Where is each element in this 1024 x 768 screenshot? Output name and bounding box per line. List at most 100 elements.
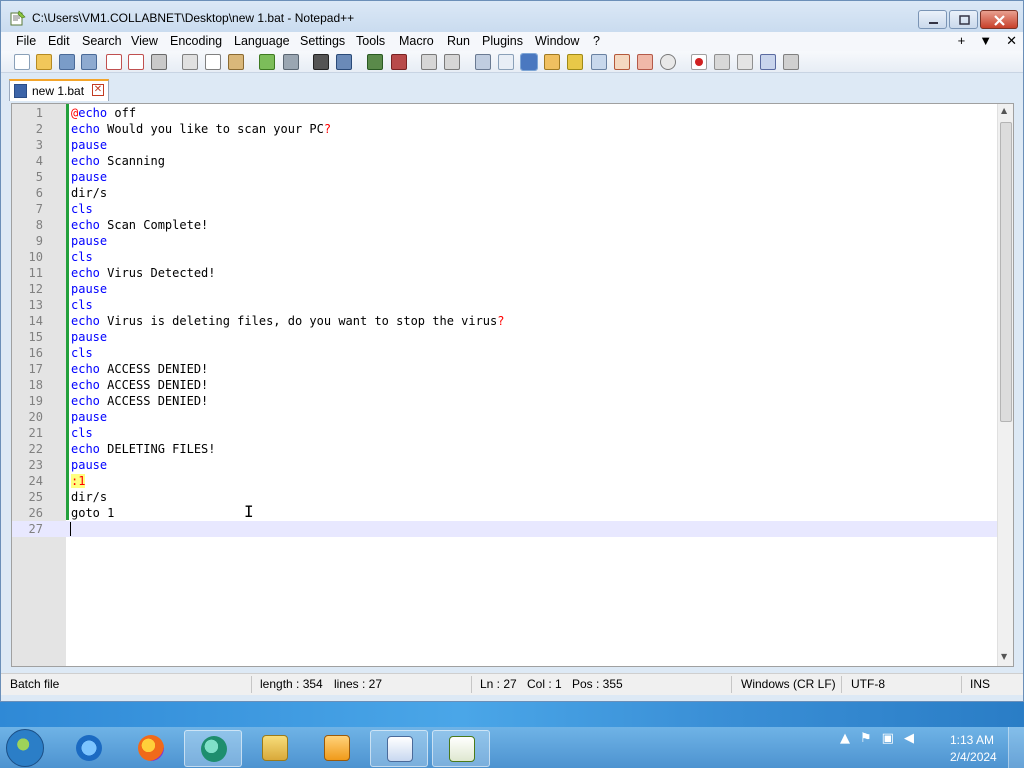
volume-muted-icon[interactable]: ◀ — [904, 731, 914, 746]
doc-map-icon[interactable] — [567, 54, 583, 70]
copy-icon[interactable] — [205, 54, 221, 70]
close-file-icon[interactable] — [106, 54, 122, 70]
taskbar-wordpad[interactable] — [370, 730, 428, 767]
scroll-up-icon[interactable]: ▲ — [1001, 106, 1007, 115]
menu-edit[interactable]: Edit — [48, 34, 70, 48]
code-line[interactable]: 4 echo Scanning — [12, 153, 997, 169]
code-line[interactable]: 15 pause — [12, 329, 997, 345]
sync-vertical-icon[interactable] — [421, 54, 437, 70]
code-line[interactable]: 10 cls — [12, 249, 997, 265]
taskbar-edge-beta[interactable] — [184, 730, 242, 767]
save-macro-icon[interactable] — [783, 54, 799, 70]
new-tab-icon[interactable]: + — [958, 33, 966, 49]
clock-time[interactable]: 1:13 AM — [950, 733, 994, 747]
folder-workspace-icon[interactable] — [637, 54, 653, 70]
menu-tools[interactable]: Tools — [356, 34, 385, 48]
play-macro-icon[interactable] — [737, 54, 753, 70]
maximize-button[interactable] — [949, 10, 978, 29]
monitoring-icon[interactable] — [660, 54, 676, 70]
taskbar-internet-explorer[interactable] — [60, 730, 118, 767]
code-line[interactable]: 2 echo Would you like to scan your PC? — [12, 121, 997, 137]
print-icon[interactable] — [151, 54, 167, 70]
start-button[interactable] — [6, 729, 44, 767]
new-file-icon[interactable] — [14, 54, 30, 70]
code-line[interactable]: 22 echo DELETING FILES! — [12, 441, 997, 457]
tab-close-icon[interactable]: ✕ — [92, 84, 104, 96]
code-line[interactable]: 14 echo Virus is deleting files, do you w… — [12, 313, 997, 329]
show-desktop-button[interactable] — [1008, 727, 1024, 768]
cut-icon[interactable] — [182, 54, 198, 70]
scroll-down-icon[interactable]: ▼ — [1001, 652, 1007, 661]
code-line[interactable]: 23 pause — [12, 457, 997, 473]
word-wrap-icon[interactable] — [475, 54, 491, 70]
code-line[interactable]: 17 echo ACCESS DENIED! — [12, 361, 997, 377]
code-line[interactable]: 13 cls — [12, 297, 997, 313]
record-macro-icon[interactable] — [691, 54, 707, 70]
menu-encoding[interactable]: Encoding — [170, 34, 222, 48]
menu-file[interactable]: File — [16, 34, 36, 48]
action-center-flag-icon[interactable]: ⚑ — [860, 731, 872, 746]
close-all-icon[interactable] — [128, 54, 144, 70]
code-line[interactable]: 18 echo ACCESS DENIED! — [12, 377, 997, 393]
code-line[interactable]: 6 dir/s — [12, 185, 997, 201]
scroll-thumb[interactable] — [1000, 122, 1012, 422]
close-doc-icon[interactable]: ✕ — [1006, 33, 1017, 49]
status-insert-mode[interactable]: INS — [970, 677, 990, 691]
code-line[interactable]: 16 cls — [12, 345, 997, 361]
menu-window[interactable]: Window — [535, 34, 579, 48]
show-all-chars-icon[interactable] — [498, 54, 514, 70]
udl-icon[interactable] — [544, 54, 560, 70]
replace-icon[interactable] — [336, 54, 352, 70]
menu-settings[interactable]: Settings — [300, 34, 345, 48]
code-line[interactable]: 9 pause — [12, 233, 997, 249]
function-list-icon[interactable] — [614, 54, 630, 70]
clock-date[interactable]: 2/4/2024 — [950, 750, 997, 764]
menu-help[interactable]: ? — [593, 34, 600, 48]
menu-plugins[interactable]: Plugins — [482, 34, 523, 48]
zoom-out-icon[interactable] — [391, 54, 407, 70]
tab-list-icon[interactable]: ▼ — [979, 33, 992, 49]
status-eol-format[interactable]: Windows (CR LF) — [741, 677, 836, 691]
code-line[interactable]: 7 cls — [12, 201, 997, 217]
undo-icon[interactable] — [259, 54, 275, 70]
open-file-icon[interactable] — [36, 54, 52, 70]
save-all-icon[interactable] — [81, 54, 97, 70]
doc-list-icon[interactable] — [591, 54, 607, 70]
code-line[interactable]: 5 pause — [12, 169, 997, 185]
paste-icon[interactable] — [228, 54, 244, 70]
close-window-button[interactable] — [980, 10, 1018, 29]
save-icon[interactable] — [59, 54, 75, 70]
taskbar-file-explorer[interactable] — [246, 730, 304, 767]
menu-language[interactable]: Language — [234, 34, 290, 48]
code-line[interactable]: 12 pause — [12, 281, 997, 297]
stop-macro-icon[interactable] — [714, 54, 730, 70]
code-editor[interactable]: 1 @echo off 2 echo Would you like to scan y… — [11, 103, 1014, 667]
code-line[interactable]: 25 dir/s — [12, 489, 997, 505]
menu-search[interactable]: Search — [82, 34, 122, 48]
find-icon[interactable] — [313, 54, 329, 70]
sync-horizontal-icon[interactable] — [444, 54, 460, 70]
code-line[interactable]: 11 echo Virus Detected! — [12, 265, 997, 281]
indent-guide-icon[interactable] — [520, 53, 538, 71]
status-encoding[interactable]: UTF-8 — [851, 677, 885, 691]
code-line[interactable]: 19 echo ACCESS DENIED! — [12, 393, 997, 409]
title-bar[interactable]: C:\Users\VM1.COLLABNET\Desktop\new 1.bat… — [1, 1, 1023, 33]
redo-icon[interactable] — [283, 54, 299, 70]
zoom-in-icon[interactable] — [367, 54, 383, 70]
code-line[interactable]: 20 pause — [12, 409, 997, 425]
code-line[interactable]: 27 — [12, 521, 997, 537]
code-line[interactable]: 26 goto 1 — [12, 505, 997, 521]
code-line[interactable]: 8 echo Scan Complete! — [12, 217, 997, 233]
show-hidden-icons-icon[interactable]: ▲ — [840, 731, 850, 746]
minimize-button[interactable] — [918, 10, 947, 29]
taskbar-media-player[interactable] — [308, 730, 366, 767]
network-icon[interactable]: ▣ — [882, 731, 894, 746]
tab-new-1-bat[interactable]: new 1.bat ✕ — [9, 79, 109, 101]
code-line[interactable]: 21 cls — [12, 425, 997, 441]
menu-macro[interactable]: Macro — [399, 34, 434, 48]
menu-run[interactable]: Run — [447, 34, 470, 48]
vertical-scrollbar[interactable]: ▲ ▼ — [997, 104, 1013, 666]
taskbar-notepad-plus-plus[interactable] — [432, 730, 490, 767]
taskbar-firefox[interactable] — [122, 730, 180, 767]
menu-view[interactable]: View — [131, 34, 158, 48]
